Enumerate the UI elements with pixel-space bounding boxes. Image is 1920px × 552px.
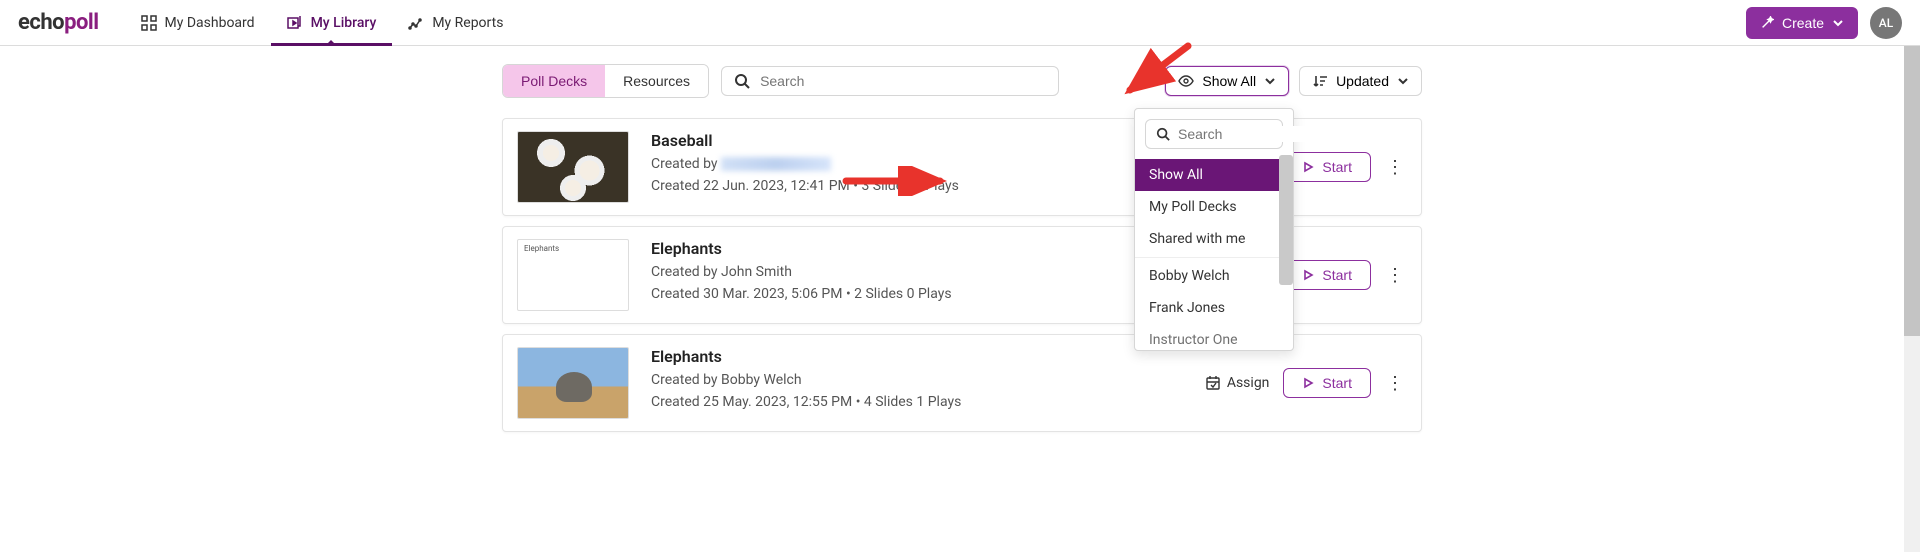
dropdown-item-label: Show All bbox=[1149, 167, 1203, 183]
library-pane: Poll Decks Resources Show All bbox=[502, 64, 1422, 432]
chevron-down-icon bbox=[1397, 75, 1409, 87]
search-box[interactable] bbox=[721, 66, 1059, 96]
search-input[interactable] bbox=[760, 73, 1046, 89]
assign-button[interactable]: Assign bbox=[1205, 375, 1270, 391]
dropdown-item-label: Shared with me bbox=[1149, 231, 1245, 247]
wand-icon bbox=[1760, 16, 1774, 30]
filter-dropdown: Show All My Poll Decks Shared with me Bo… bbox=[1134, 108, 1294, 351]
assign-icon bbox=[1205, 375, 1221, 391]
dropdown-search-input[interactable] bbox=[1178, 126, 1359, 142]
dashboard-icon bbox=[141, 15, 157, 31]
toolbar-right: Show All Updated bbox=[1165, 66, 1422, 96]
top-nav: echopoll My Dashboard My Library My Repo… bbox=[0, 0, 1920, 46]
sort-label: Updated bbox=[1336, 73, 1389, 89]
library-toolbar: Poll Decks Resources Show All bbox=[502, 64, 1422, 98]
deck-thumb: Elephants bbox=[503, 227, 643, 323]
dropdown-item-label: Instructor One bbox=[1149, 332, 1238, 348]
nav-reports[interactable]: My Reports bbox=[392, 0, 519, 45]
dropdown-divider bbox=[1135, 257, 1293, 258]
nav-reports-label: My Reports bbox=[432, 15, 503, 31]
start-label: Start bbox=[1322, 375, 1352, 391]
start-button[interactable]: Start bbox=[1283, 368, 1371, 398]
filter-button[interactable]: Show All bbox=[1165, 66, 1289, 96]
avatar[interactable]: AL bbox=[1870, 7, 1902, 39]
create-button[interactable]: Create bbox=[1746, 7, 1858, 39]
dropdown-item-my-poll-decks[interactable]: My Poll Decks bbox=[1135, 191, 1293, 223]
deck-author: John Smith bbox=[721, 264, 792, 280]
dropdown-scrollbar[interactable] bbox=[1279, 155, 1293, 285]
view-tabs: Poll Decks Resources bbox=[502, 64, 709, 98]
search-icon bbox=[734, 73, 750, 89]
thumb-image-elephant bbox=[517, 347, 629, 419]
dropdown-item-label: My Poll Decks bbox=[1149, 199, 1237, 215]
more-menu[interactable]: ⋮ bbox=[1385, 261, 1405, 289]
sort-icon bbox=[1312, 73, 1328, 89]
nav-items: My Dashboard My Library My Reports bbox=[125, 0, 520, 45]
more-menu[interactable]: ⋮ bbox=[1385, 369, 1405, 397]
deck-author-line: Created by Bobby Welch bbox=[651, 372, 1173, 388]
deck-thumb bbox=[503, 335, 643, 431]
brand-echo: echo bbox=[18, 10, 64, 35]
nav-library-label: My Library bbox=[311, 15, 377, 31]
play-icon bbox=[1302, 161, 1314, 173]
kebab-icon: ⋮ bbox=[1386, 373, 1404, 394]
created-by-prefix: Created by bbox=[651, 264, 721, 280]
deck-thumb bbox=[503, 119, 643, 215]
sort-button[interactable]: Updated bbox=[1299, 66, 1422, 96]
tab-resources[interactable]: Resources bbox=[605, 65, 708, 97]
tab-poll-decks-label: Poll Decks bbox=[521, 73, 587, 89]
thumb-label-text: Elephants bbox=[524, 244, 559, 253]
brand-poll: poll bbox=[64, 10, 98, 35]
filter-label: Show All bbox=[1202, 73, 1256, 89]
nav-dashboard[interactable]: My Dashboard bbox=[125, 0, 271, 45]
reports-icon bbox=[408, 15, 424, 31]
dropdown-list: Show All My Poll Decks Shared with me Bo… bbox=[1135, 159, 1293, 350]
assign-label: Assign bbox=[1227, 375, 1270, 391]
deck-body: Elephants Created by Bobby Welch Created… bbox=[643, 335, 1189, 431]
dropdown-item-frank[interactable]: Frank Jones bbox=[1135, 292, 1293, 324]
dropdown-item-label: Frank Jones bbox=[1149, 300, 1225, 316]
page-scrollbar-thumb[interactable] bbox=[1904, 46, 1920, 336]
thumb-image-baseball bbox=[517, 131, 629, 203]
start-button[interactable]: Start bbox=[1283, 260, 1371, 290]
tab-poll-decks[interactable]: Poll Decks bbox=[503, 65, 605, 97]
dropdown-item-label: Bobby Welch bbox=[1149, 268, 1230, 284]
start-label: Start bbox=[1322, 159, 1352, 175]
page-content: Poll Decks Resources Show All bbox=[180, 46, 1740, 432]
eye-icon bbox=[1178, 73, 1194, 89]
more-menu[interactable]: ⋮ bbox=[1385, 153, 1405, 181]
dropdown-item-show-all[interactable]: Show All bbox=[1135, 159, 1293, 191]
kebab-icon: ⋮ bbox=[1386, 157, 1404, 178]
topbar-right: Create AL bbox=[1746, 7, 1902, 39]
created-by-prefix: Created by bbox=[651, 372, 721, 388]
chevron-down-icon bbox=[1832, 17, 1844, 29]
dropdown-item-bobby[interactable]: Bobby Welch bbox=[1135, 260, 1293, 292]
dropdown-item-instructor[interactable]: Instructor One bbox=[1135, 324, 1293, 350]
dropdown-search[interactable] bbox=[1145, 119, 1283, 149]
deck-author-blurred bbox=[721, 157, 831, 171]
page-scrollbar-track[interactable] bbox=[1904, 46, 1920, 552]
nav-library[interactable]: My Library bbox=[271, 0, 393, 45]
search-icon bbox=[1156, 127, 1170, 141]
start-label: Start bbox=[1322, 267, 1352, 283]
brand-logo: echopoll bbox=[18, 10, 99, 35]
play-icon bbox=[1302, 269, 1314, 281]
nav-dashboard-label: My Dashboard bbox=[165, 15, 255, 31]
deck-meta: Created 25 May. 2023, 12:55 PM • 4 Slide… bbox=[651, 394, 1173, 410]
deck-author: Bobby Welch bbox=[721, 372, 802, 388]
create-label: Create bbox=[1782, 15, 1824, 31]
thumb-image-label: Elephants bbox=[517, 239, 629, 311]
start-button[interactable]: Start bbox=[1283, 152, 1371, 182]
dropdown-item-shared[interactable]: Shared with me bbox=[1135, 223, 1293, 255]
tab-resources-label: Resources bbox=[623, 73, 690, 89]
library-icon bbox=[287, 15, 303, 31]
created-by-prefix: Created by bbox=[651, 156, 721, 172]
kebab-icon: ⋮ bbox=[1386, 265, 1404, 286]
chevron-down-icon bbox=[1264, 75, 1276, 87]
play-icon bbox=[1302, 377, 1314, 389]
deck-title: Elephants bbox=[651, 347, 1173, 366]
avatar-initials: AL bbox=[1879, 16, 1893, 30]
